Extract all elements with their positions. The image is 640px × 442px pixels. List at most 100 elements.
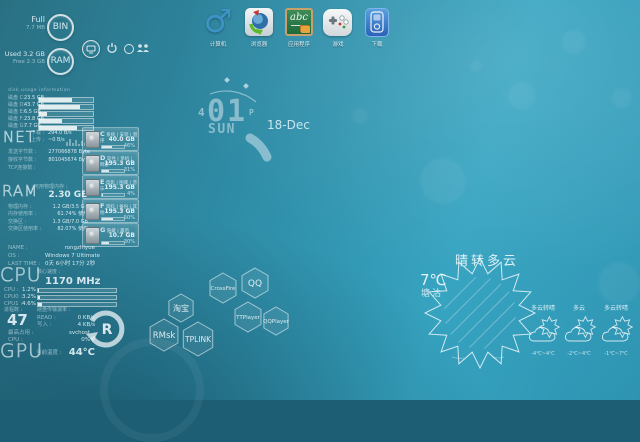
users-button[interactable] <box>136 43 150 54</box>
drive-widget-f[interactable]: F 资料 | 备份 | 其他 195.3 GB 50% <box>82 199 139 223</box>
disk-usage-bar <box>38 104 94 110</box>
drive-widget-c[interactable]: C 系统 | 安装 | 程序 40.0 GB 46% <box>82 127 139 151</box>
clock-meridiem: P <box>249 108 254 117</box>
drive-bar <box>101 169 125 174</box>
chalk-abc-text: abc <box>290 12 308 23</box>
bokeh-circle <box>508 82 536 110</box>
recycle-bin-widget[interactable]: BIN <box>47 14 74 41</box>
drive-letter: C <box>100 130 105 138</box>
disk-usage-bar <box>38 97 94 103</box>
bin-size-text: 7.7 MB <box>2 25 45 31</box>
cpu-speed-label: 核心速度 : <box>37 270 60 276</box>
drive-pct: 4% <box>127 191 135 197</box>
apps-icon-label: 应用程序 <box>281 40 317 48</box>
disk-row-label: 磁盘 E: <box>8 110 24 116</box>
drive-pct: 46% <box>124 143 135 149</box>
cpu-core-bar <box>37 288 117 293</box>
drive-widget-d[interactable]: D 软件 | 单机 | 网游 195.3 GB 31% <box>82 151 139 175</box>
users-icon <box>137 44 149 52</box>
drive-pct: 30% <box>124 239 135 245</box>
drive-pct: 50% <box>124 215 135 221</box>
ram-available-value: 2.30 GB <box>30 191 88 201</box>
ram-row-label: 交换区使用率 : <box>8 227 41 233</box>
disk-read-label: READ : <box>37 315 56 321</box>
net-row-label: 发送字节数 : <box>8 150 36 156</box>
browser-globe-icon <box>245 8 273 36</box>
cpu-core-label: CPU0 : <box>4 294 22 300</box>
disk-usage-bar <box>38 111 94 117</box>
sysinfo-os-value: Windows 7 Ultimate <box>45 253 95 259</box>
bokeh-circle <box>470 60 482 72</box>
monitor-icon <box>86 45 96 54</box>
disk-usage-bar <box>38 118 94 124</box>
ram-circle-widget[interactable]: RAM <box>47 48 74 75</box>
forecast-day-label: 多云 <box>561 306 597 313</box>
browser-icon[interactable] <box>245 8 273 36</box>
ring-button[interactable] <box>124 44 134 54</box>
drive-size: 10.7 GB <box>109 232 135 239</box>
disk-write-label: 写入 : <box>37 322 52 328</box>
display-settings-button[interactable] <box>82 40 100 58</box>
drive-bar <box>101 241 125 246</box>
drive-widget-g[interactable]: G 隐藏 | 最后 10.7 GB 30% <box>82 223 139 247</box>
bokeh-circle <box>420 158 466 204</box>
ram-row-value: 1.3 GB/7.0 GB <box>38 220 88 226</box>
computer-icon[interactable]: ♂ <box>202 4 234 38</box>
player-icon[interactable] <box>365 8 389 37</box>
computer-icon-label: 计算机 <box>200 40 236 48</box>
clock-hour: 4 <box>198 106 205 119</box>
gamepad-icon[interactable] <box>323 9 352 36</box>
net-upload-value: ~0 B/s <box>48 138 65 144</box>
cpu-panel-title: CPU <box>0 265 42 286</box>
clock-thick-arc <box>250 138 267 157</box>
ram-free-text: Free 2.3 GB <box>0 59 45 65</box>
hex-label: RMsk <box>153 331 176 341</box>
net-row-label: 接收字节数 : <box>8 158 36 164</box>
refresh-button[interactable]: R <box>84 306 130 352</box>
drive-size: 195.3 GB <box>104 208 135 215</box>
sysinfo-name-label: NAME : <box>8 245 28 251</box>
drive-size: 40.0 GB <box>109 136 135 143</box>
clock-widget: 4 01 P SUN 18-Dec <box>180 58 325 168</box>
clock-date: 18-Dec <box>267 118 310 132</box>
drive-size: 195.3 GB <box>104 184 135 191</box>
hex-app-tplink[interactable]: TPLINK <box>178 319 218 359</box>
sysinfo-os-label: OS : <box>8 253 19 259</box>
cpu-core-label: CPU : <box>4 287 19 293</box>
player-glyph <box>366 9 388 36</box>
sysinfo-uptime-value: 0天 6小时 17分 2秒 <box>45 261 95 267</box>
hex-app-qqplayer[interactable]: QQPlayer <box>256 301 296 341</box>
forecast-temps: -2℃~4℃ <box>558 352 600 358</box>
apps-chalkboard-icon[interactable]: abc <box>285 8 313 36</box>
net-row-label: TCP连接数 : <box>8 166 36 172</box>
hex-label: 淘宝 <box>173 303 189 313</box>
games-icon-label: 游戏 <box>322 40 354 48</box>
drive-bar <box>101 217 125 222</box>
disk-row-label: 磁盘 D: <box>8 103 25 109</box>
bin-status-text: Full <box>2 16 45 25</box>
drive-pct: 31% <box>124 167 135 173</box>
browser-icon-label: 浏览器 <box>243 40 275 48</box>
refresh-letter: R <box>102 322 113 338</box>
forecast-temps: -1℃~7℃ <box>595 352 637 358</box>
bokeh-circle <box>352 108 368 124</box>
drive-widget-e[interactable]: E 电影 | 图库 | 音乐 195.3 GB 4% <box>82 175 139 199</box>
gamepad-glyph <box>323 9 352 36</box>
forecast-day-label: 多云转晴 <box>598 306 634 313</box>
ram-circle-label: RAM <box>51 57 71 67</box>
ram-row-value: 1.2 GB/3.5 GB <box>38 205 88 211</box>
cpu-core-value: 4.6% <box>22 301 36 307</box>
cpu-speed-value: 1170 MHz <box>45 276 95 287</box>
signature-scribble <box>492 357 504 358</box>
cpu-core-bar <box>37 295 117 300</box>
hex-label: QQPlayer <box>263 319 290 325</box>
download-icon-label: 下载 <box>362 40 392 48</box>
cloud-sun-icon <box>599 314 635 350</box>
power-button[interactable] <box>106 42 118 54</box>
disk-panel-header: disk usage information <box>8 89 70 94</box>
drive-bar <box>101 145 125 150</box>
ram-row-value: 61.74% 使用 <box>38 212 88 218</box>
power-icon <box>108 43 116 52</box>
bokeh-circle <box>562 30 586 54</box>
ram-row-label: 内存使用率 : <box>8 212 36 218</box>
